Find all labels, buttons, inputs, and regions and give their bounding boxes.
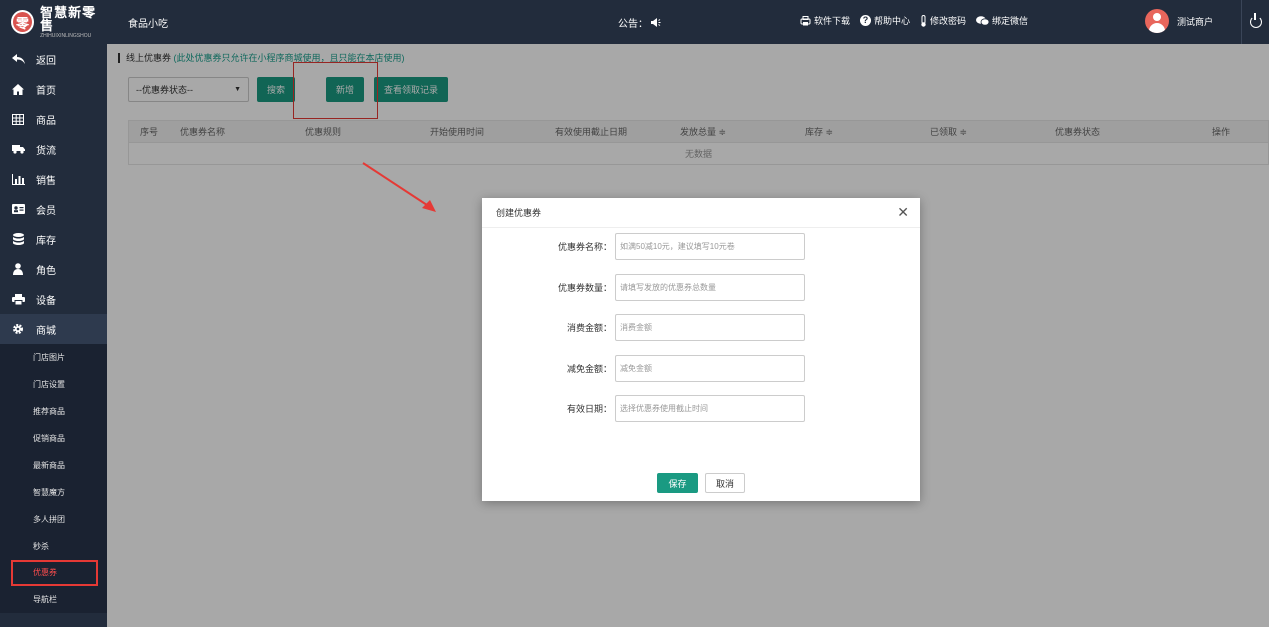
logout-button[interactable] <box>1241 0 1269 44</box>
sidebar-sub-flash-sale[interactable]: 秒杀 <box>0 533 107 560</box>
sidebar-sub-group-buy[interactable]: 多人拼团 <box>0 506 107 533</box>
change-password-link[interactable]: 修改密码 <box>920 14 966 27</box>
coupon-quantity-input[interactable]: 请填写发放的优惠券总数量 <box>615 274 805 301</box>
brand-tagline: ZHIHUIXINLINGSHOU <box>40 32 92 39</box>
discount-amount-input[interactable]: 减免金额 <box>615 355 805 382</box>
id-card-icon <box>11 202 25 216</box>
sidebar-item-inventory[interactable]: 库存 <box>0 224 107 254</box>
logo-icon: 零 <box>11 10 35 34</box>
sidebar-sub-store-settings[interactable]: 门店设置 <box>0 371 107 398</box>
expiry-date-label: 有效日期： <box>566 404 612 414</box>
user-icon <box>11 262 25 276</box>
cancel-button[interactable]: 取消 <box>705 473 745 493</box>
discount-amount-label: 减免金额： <box>566 364 612 374</box>
notice-label: 公告： <box>618 19 648 30</box>
sidebar-item-mall[interactable]: 商城 <box>0 314 107 344</box>
sidebar-item-devices[interactable]: 设备 <box>0 284 107 314</box>
printer-icon <box>11 292 25 306</box>
close-icon[interactable]: ✕ <box>897 204 909 221</box>
sidebar-item-back[interactable]: 返回 <box>0 44 107 74</box>
wechat-icon <box>976 15 990 26</box>
annotation-arrow <box>362 162 436 212</box>
coupon-name-row: 优惠券名称： 如满50减10元，建议填写10元卷 <box>482 233 920 260</box>
gear-icon <box>11 322 25 336</box>
sidebar-sub-promotions[interactable]: 促销商品 <box>0 425 107 452</box>
thermometer-icon <box>921 14 926 27</box>
sidebar-submenu: 门店图片 门店设置 推荐商品 促销商品 最新商品 智慧魔方 多人拼团 秒杀 优惠… <box>0 344 107 613</box>
grid-icon <box>11 112 25 126</box>
dialog-header: 创建优惠券 ✕ <box>482 198 920 228</box>
sidebar-sub-store-images[interactable]: 门店图片 <box>0 344 107 371</box>
dialog-footer: 保存 取消 <box>482 473 920 493</box>
avatar <box>1145 9 1169 33</box>
expiry-date-row: 有效日期： 选择优惠券使用截止时间 <box>482 395 920 422</box>
expiry-date-input[interactable]: 选择优惠券使用截止时间 <box>615 395 805 422</box>
download-icon <box>800 15 811 25</box>
sidebar-item-logistics[interactable]: 货流 <box>0 134 107 164</box>
spend-amount-row: 消费金额： 消费金额 <box>482 314 920 341</box>
store-name: 食品小吃 <box>128 19 168 30</box>
download-link[interactable]: 软件下载 <box>800 14 850 27</box>
spend-amount-input[interactable]: 消费金额 <box>615 314 805 341</box>
sidebar-item-products[interactable]: 商品 <box>0 104 107 134</box>
coupon-name-input[interactable]: 如满50减10元，建议填写10元卷 <box>615 233 805 260</box>
coupon-quantity-label: 优惠券数量： <box>557 283 612 293</box>
sidebar-sub-smart-cube[interactable]: 智慧魔方 <box>0 479 107 506</box>
create-coupon-dialog: 创建优惠券 ✕ 优惠券名称： 如满50减10元，建议填写10元卷 优惠券数量： … <box>482 198 920 501</box>
user-name: 测试商户 <box>1177 16 1214 27</box>
discount-amount-row: 减免金额： 减免金额 <box>482 355 920 382</box>
sidebar-sub-coupons[interactable]: 优惠券 <box>11 560 98 586</box>
sidebar-item-sales[interactable]: 销售 <box>0 164 107 194</box>
logo[interactable]: 零 智慧新零售 ZHIHUIXINLINGSHOU <box>0 0 107 44</box>
power-icon <box>1249 13 1262 28</box>
bar-chart-icon <box>11 172 25 186</box>
database-icon <box>11 232 25 246</box>
truck-icon <box>11 142 25 156</box>
coupon-name-label: 优惠券名称： <box>557 242 612 252</box>
bind-wechat-link[interactable]: 绑定微信 <box>976 14 1028 27</box>
dialog-title: 创建优惠券 <box>496 208 542 218</box>
user-menu[interactable]: 测试商户 <box>1145 9 1213 33</box>
home-icon <box>11 82 25 96</box>
sidebar-sub-newest[interactable]: 最新商品 <box>0 452 107 479</box>
sidebar-sub-recommended[interactable]: 推荐商品 <box>0 398 107 425</box>
sidebar: 返回 首页 商品 货流 销售 会员 库存 角色 设备 商城 门店图片 门店设置 … <box>0 44 107 627</box>
top-bar: 零 智慧新零售 ZHIHUIXINLINGSHOU 食品小吃 公告： 软件下载 … <box>0 0 1269 44</box>
save-button[interactable]: 保存 <box>657 473 698 493</box>
sidebar-item-roles[interactable]: 角色 <box>0 254 107 284</box>
sidebar-item-home[interactable]: 首页 <box>0 74 107 104</box>
sidebar-item-members[interactable]: 会员 <box>0 194 107 224</box>
header-links: 软件下载 ? 帮助中心 修改密码 绑定微信 <box>800 14 1028 27</box>
spend-amount-label: 消费金额： <box>566 323 612 333</box>
megaphone-icon <box>651 18 661 27</box>
help-link[interactable]: ? 帮助中心 <box>860 14 910 27</box>
help-icon: ? <box>860 15 872 26</box>
brand-name: 智慧新零售 <box>40 4 97 33</box>
coupon-quantity-row: 优惠券数量： 请填写发放的优惠券总数量 <box>482 274 920 301</box>
back-icon <box>11 52 25 66</box>
notice[interactable]: 公告： <box>618 15 661 30</box>
sidebar-sub-navbar[interactable]: 导航栏 <box>0 586 107 613</box>
